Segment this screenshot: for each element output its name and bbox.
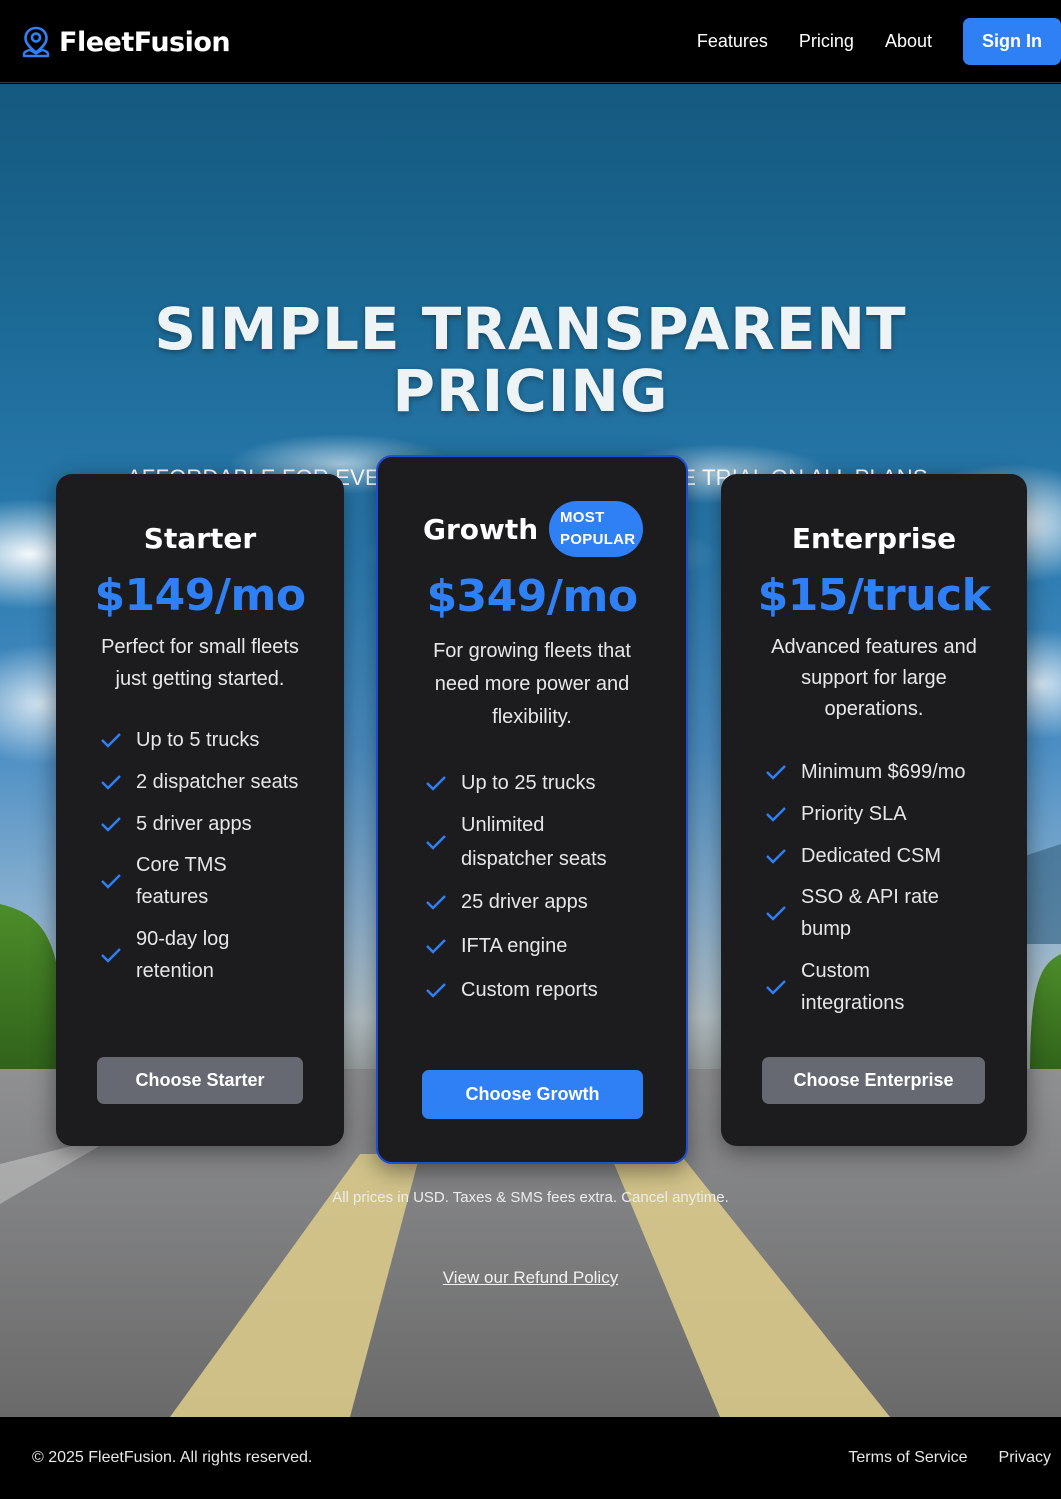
check-icon — [426, 895, 446, 910]
plan-description-line: flexibility. — [492, 706, 572, 728]
feature-text: Minimum $699/mo — [801, 761, 966, 783]
feature-text: Up to 5 trucks — [136, 729, 260, 751]
check-icon — [766, 849, 786, 864]
feature-text: Dedicated CSM — [801, 845, 942, 867]
plan-description-line: support for large — [801, 667, 947, 689]
check-icon — [101, 733, 121, 748]
badge-line: MOST — [560, 509, 605, 526]
plan-card-growth: Growth MOST POPULAR $349/mo For growing … — [376, 455, 688, 1164]
footer-terms-link[interactable]: Terms of Service — [848, 1449, 967, 1467]
plan-description: Perfect for small fleets just getting st… — [56, 631, 344, 695]
page-title-line1: SIMPLE TRANSPARENT — [154, 295, 907, 363]
feature-item: Up to 25 trucks — [425, 767, 607, 799]
plan-description-line: For growing fleets that — [433, 640, 631, 662]
plan-name: Starter — [143, 522, 257, 555]
check-icon — [426, 776, 446, 791]
plan-name: Growth — [423, 513, 539, 546]
brand-name: FleetFusion — [59, 26, 231, 58]
feature-item: SSO & API rate bump — [765, 881, 966, 945]
check-icon — [426, 939, 446, 954]
feature-text: Core TMS features — [136, 854, 227, 908]
feature-list: Minimum $699/mo Priority SLA Dedicated C… — [765, 756, 966, 1019]
feature-list: Up to 25 trucks Unlimited dispatcher seat… — [425, 767, 607, 1006]
feature-list: Up to 5 trucks 2 dispatcher seats 5 driv… — [100, 724, 298, 987]
check-icon — [426, 983, 446, 998]
check-icon — [101, 874, 121, 889]
plan-description-line: Advanced features and — [771, 636, 977, 658]
feature-item: 5 driver apps — [100, 808, 298, 840]
choose-starter-button[interactable]: Choose Starter — [97, 1057, 303, 1104]
feature-text: Custom integrations — [801, 960, 905, 1014]
most-popular-badge: MOST POPULAR — [549, 501, 643, 557]
badge-line: POPULAR — [560, 531, 636, 548]
feature-item: Core TMS features — [100, 849, 298, 913]
check-icon — [426, 835, 446, 850]
plan-description: For growing fleets that need more power … — [378, 635, 686, 734]
choose-enterprise-button[interactable]: Choose Enterprise — [762, 1057, 985, 1104]
plan-card-enterprise: Enterprise $15/truck Advanced features a… — [721, 474, 1027, 1146]
plan-price: $15/truck — [757, 570, 991, 621]
map-pin-user-icon — [22, 26, 50, 58]
brand-logo[interactable]: FleetFusion — [21, 26, 231, 58]
feature-text: Priority SLA — [801, 803, 907, 825]
feature-item: Up to 5 trucks — [100, 724, 298, 756]
check-icon — [101, 775, 121, 790]
sign-in-button[interactable]: Sign In — [963, 18, 1061, 65]
plan-description: Advanced features and support for large … — [721, 632, 1027, 725]
check-icon — [766, 980, 786, 995]
feature-text: IFTA engine — [461, 935, 568, 957]
feature-item: Minimum $699/mo — [765, 756, 966, 788]
plan-description-line: just getting started. — [115, 668, 285, 690]
feature-item: Dedicated CSM — [765, 840, 966, 872]
feature-item: Priority SLA — [765, 798, 966, 830]
check-icon — [766, 906, 786, 921]
main-nav: Features Pricing About Sign In — [697, 18, 1061, 65]
plan-description-line: Perfect for small fleets — [101, 636, 299, 658]
feature-text: Up to 25 trucks — [461, 772, 596, 794]
feature-text: 25 driver apps — [461, 891, 588, 913]
plan-price: $349/mo — [426, 571, 638, 622]
feature-text: Custom reports — [461, 979, 598, 1001]
check-icon — [101, 948, 121, 963]
feature-item: Unlimited dispatcher seats — [425, 808, 607, 876]
feature-item: 90-day log retention — [100, 923, 298, 987]
check-icon — [766, 807, 786, 822]
copyright-text: © 2025 FleetFusion. All rights reserved. — [32, 1449, 313, 1466]
refund-policy-link[interactable]: View our Refund Policy — [0, 1268, 1061, 1288]
nav-features[interactable]: Features — [697, 31, 768, 52]
plan-description-line: operations. — [824, 698, 924, 720]
feature-item: 2 dispatcher seats — [100, 766, 298, 798]
plan-card-starter: Starter $149/mo Perfect for small fleets… — [56, 474, 344, 1146]
nav-pricing[interactable]: Pricing — [799, 31, 854, 52]
feature-item: IFTA engine — [425, 930, 607, 962]
footer-links: Terms of Service Privacy — [817, 1449, 1051, 1467]
plan-description-line: need more power and — [434, 673, 630, 695]
site-header: FleetFusion Features Pricing About Sign … — [0, 0, 1061, 83]
plan-name: Enterprise — [791, 522, 957, 555]
page-title-line2: PRICING — [392, 357, 669, 425]
check-icon — [766, 765, 786, 780]
site-footer: © 2025 FleetFusion. All rights reserved.… — [0, 1417, 1061, 1499]
feature-text: Unlimited dispatcher seats — [461, 814, 607, 870]
feature-item: 25 driver apps — [425, 886, 607, 918]
feature-text: 2 dispatcher seats — [136, 771, 299, 793]
choose-growth-button[interactable]: Choose Growth — [422, 1070, 643, 1119]
feature-text: SSO & API rate bump — [801, 886, 939, 940]
feature-item: Custom reports — [425, 974, 607, 1006]
footer-privacy-link[interactable]: Privacy — [999, 1449, 1051, 1467]
nav-about[interactable]: About — [885, 31, 932, 52]
feature-item: Custom integrations — [765, 955, 966, 1019]
pricing-note: All prices in USD. Taxes & SMS fees extr… — [332, 1189, 729, 1206]
feature-text: 90-day log retention — [136, 928, 230, 982]
plan-price: $149/mo — [94, 570, 306, 621]
feature-text: 5 driver apps — [136, 813, 252, 835]
check-icon — [101, 817, 121, 832]
page-title: SIMPLE TRANSPARENT PRICING — [0, 298, 1061, 422]
